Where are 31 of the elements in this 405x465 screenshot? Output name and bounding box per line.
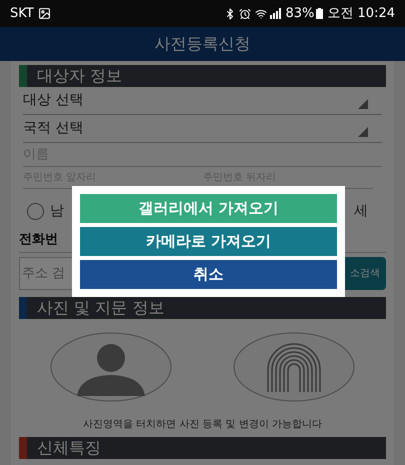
select-label: 국적 선택 [23, 119, 84, 138]
dropdown-corner-icon [358, 99, 368, 109]
phone-label: 전화번 [19, 230, 58, 249]
radio-button[interactable] [27, 202, 44, 220]
dropdown-select[interactable]: 국적 선택 [23, 115, 382, 143]
dropdown-corner-icon [358, 127, 368, 137]
photo-caption: 사진영역을 터치하면 사진 등록 및 변경이 가능합니다 [82, 418, 324, 432]
age-label: 세 [354, 202, 368, 220]
wifi-icon [255, 8, 268, 20]
signal-icon [270, 8, 282, 19]
dropdown-select[interactable]: 대상 선택 [23, 87, 382, 115]
dialog-button[interactable]: 취소 [80, 260, 337, 289]
alarm-icon [239, 8, 252, 20]
battery-percent: 83% [285, 4, 314, 23]
radio-label: 남 [50, 202, 64, 220]
section-accent-bar [19, 437, 27, 459]
section-title: 신체특징 [37, 437, 101, 459]
dialog-button[interactable]: 카메라로 가져오기 [80, 227, 337, 256]
select-label: 대상 선택 [23, 91, 84, 110]
dialog-button[interactable]: 갤러리에서 가져오기 [80, 194, 337, 223]
section-title: 사진 및 지문 정보 [37, 297, 164, 319]
fingerprint-icon [233, 332, 356, 402]
section-title: 대상자 정보 [37, 65, 122, 87]
carrier-text: SKT [10, 4, 34, 23]
section-accent-bar [19, 65, 27, 87]
avatar-placeholder-icon [50, 332, 172, 402]
section-accent-bar [19, 297, 27, 319]
battery-icon [316, 8, 324, 19]
clock-time: 오전 10:24 [327, 4, 395, 23]
app-title: 사전등록신청 [154, 33, 250, 55]
image-icon [38, 7, 51, 20]
